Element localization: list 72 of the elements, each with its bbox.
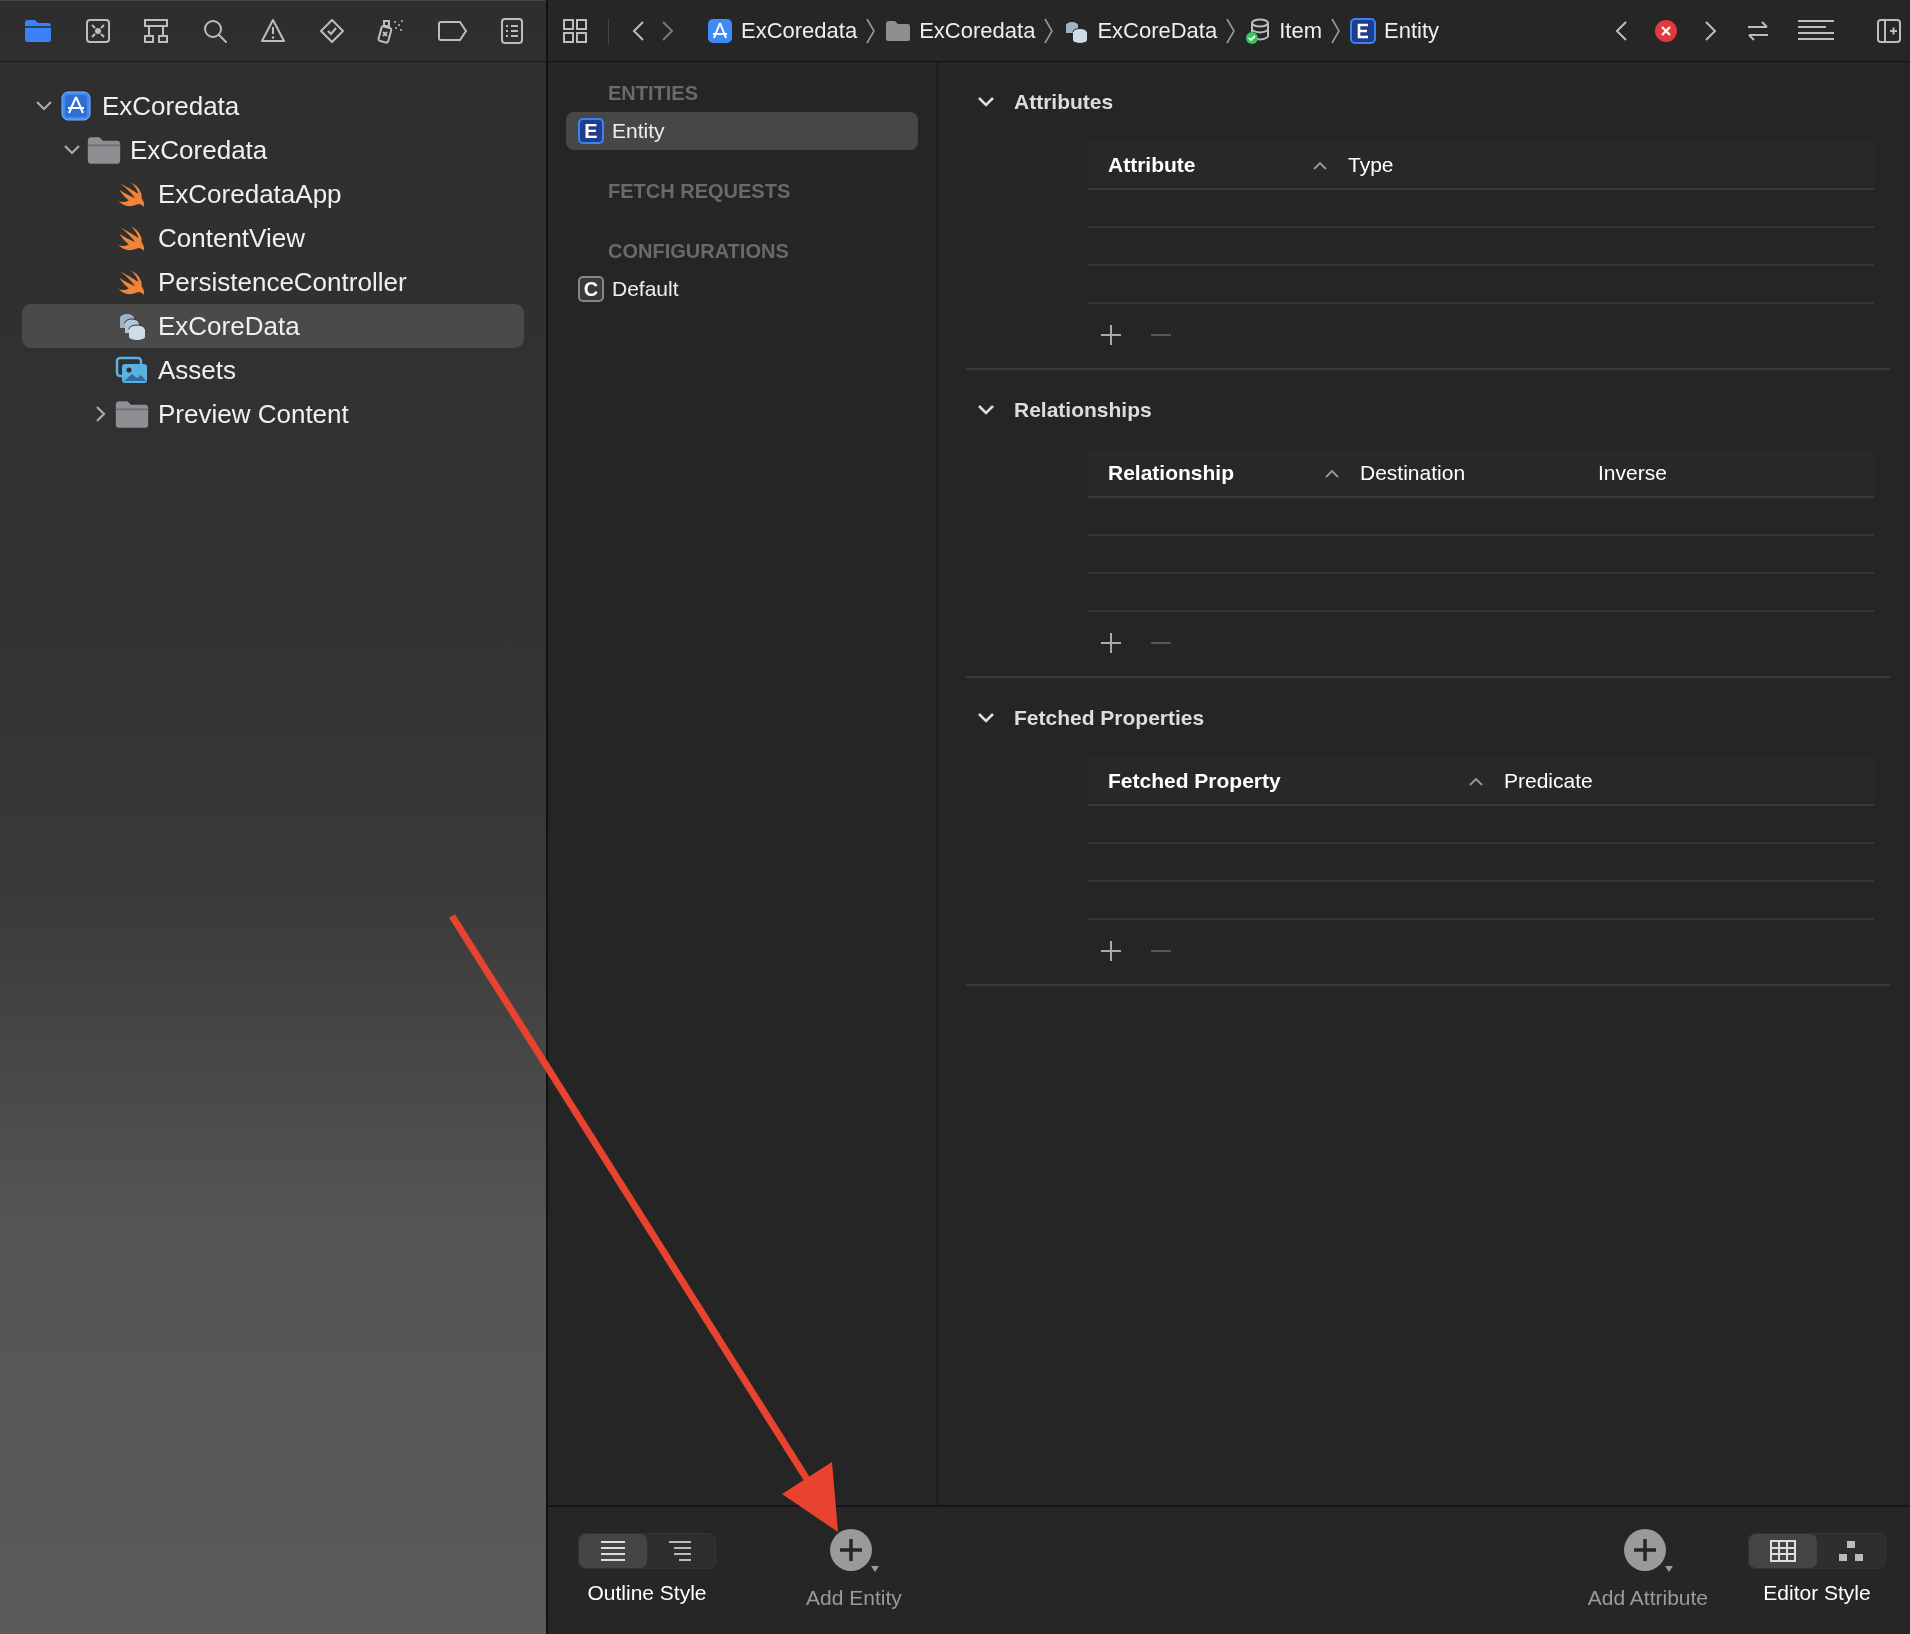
column-header[interactable]: Type	[1348, 149, 1394, 181]
section-title: Relationships	[1014, 397, 1152, 424]
app-project-icon	[58, 91, 94, 121]
entity-list-item[interactable]: C Default	[566, 270, 918, 308]
tree-item[interactable]: ExCoredataApp	[22, 172, 524, 216]
section-heading: ENTITIES	[607, 81, 699, 106]
entity-label: Default	[612, 276, 679, 303]
tree-item[interactable]: ExCoredata	[22, 84, 524, 128]
tree-item[interactable]: Assets	[22, 348, 524, 392]
column-header[interactable]: Attribute	[1108, 149, 1196, 181]
folder-icon	[86, 135, 122, 165]
folder-icon	[114, 399, 150, 429]
tree-item-label: Assets	[158, 353, 237, 387]
tree-item-label: ExCoredataApp	[158, 177, 342, 211]
tree-item[interactable]: ExCoreData	[22, 304, 524, 348]
breadcrumb-icon	[707, 17, 733, 44]
photo-stack-icon	[114, 355, 150, 385]
column-header[interactable]: Inverse	[1598, 457, 1667, 489]
section-title: Attributes	[1014, 89, 1114, 116]
add-button[interactable]	[828, 1527, 879, 1574]
column-header[interactable]: Relationship	[1108, 457, 1234, 489]
entity-list-item[interactable]: E Entity	[566, 112, 918, 150]
entity-label: Entity	[612, 118, 665, 145]
grid-view-button[interactable]	[1749, 1533, 1817, 1568]
breadcrumb-label: ExCoredata	[741, 17, 858, 45]
tree-item[interactable]: Preview Content	[22, 392, 524, 436]
breadcrumb-item[interactable]: Item	[1245, 14, 1322, 47]
error-icon[interactable]	[1654, 18, 1678, 43]
path-separator-icon	[865, 16, 878, 45]
path-separator-icon	[1043, 16, 1056, 45]
breadcrumb-icon	[1350, 17, 1376, 44]
tree-item-label: ExCoredata	[102, 89, 240, 123]
tree-item[interactable]: ContentView	[22, 216, 524, 260]
table-view-button[interactable]	[579, 1533, 647, 1568]
add-editor-icon[interactable]	[1876, 17, 1902, 44]
grid-view-icon	[1767, 1537, 1799, 1564]
breadcrumb-item[interactable]: Entity	[1350, 14, 1440, 47]
toolbar-label: Add Entity	[806, 1584, 902, 1611]
breadcrumb-label: Entity	[1384, 17, 1440, 45]
tree-item-label: ExCoredata	[130, 133, 268, 167]
tree-item-label: Preview Content	[158, 397, 349, 431]
toolbar-label: Outline Style	[587, 1579, 707, 1606]
entity-badge-icon: E	[578, 118, 604, 144]
breadcrumb-item[interactable]: ExCoreData	[1063, 14, 1218, 47]
column-header[interactable]: Fetched Property	[1108, 765, 1281, 797]
column-header[interactable]: Destination	[1360, 457, 1466, 489]
section-heading: FETCH REQUESTS	[607, 179, 792, 204]
tree-item[interactable]: PersistenceController	[22, 260, 524, 304]
tree-item-label: ContentView	[158, 221, 305, 255]
tree-item[interactable]: ExCoredata	[22, 128, 524, 172]
toolbar-label: Editor Style	[1763, 1579, 1871, 1606]
configuration-badge-icon: C	[578, 276, 604, 302]
section-title: Fetched Properties	[1014, 705, 1205, 732]
column-header[interactable]: Predicate	[1504, 765, 1593, 797]
path-separator-icon	[1330, 16, 1342, 45]
add-icon[interactable]	[1100, 940, 1122, 962]
section-heading: CONFIGURATIONS	[607, 239, 790, 264]
breadcrumb-icon	[1245, 16, 1272, 45]
add-button[interactable]	[1622, 1527, 1673, 1574]
toolbar-label: Add Attribute	[1587, 1584, 1708, 1611]
tree-item-label: ExCoreData	[158, 309, 300, 343]
add-icon[interactable]	[1100, 324, 1122, 346]
breadcrumb-item[interactable]: ExCoredata	[885, 14, 1036, 47]
breadcrumb-icon	[885, 19, 912, 42]
grid-icon	[562, 17, 588, 44]
breadcrumb-label: Item	[1279, 17, 1322, 45]
add-icon[interactable]	[1100, 632, 1122, 654]
breadcrumb-label: ExCoreData	[1097, 17, 1218, 45]
path-separator-icon	[1225, 16, 1238, 45]
breadcrumb-item[interactable]: ExCoredata	[707, 14, 858, 47]
tree-item-label: PersistenceController	[158, 265, 407, 299]
breadcrumb-label: ExCoredata	[919, 17, 1036, 45]
